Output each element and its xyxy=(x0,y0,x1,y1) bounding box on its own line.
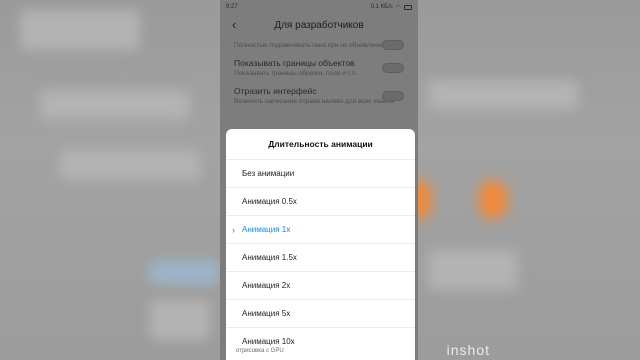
battery-icon xyxy=(404,4,412,10)
settings-list: Полностью подсвечивать окна при их обнов… xyxy=(220,36,418,110)
status-bar: 9:27 0,1 КБ/с ◠ xyxy=(220,0,418,14)
status-time: 9:27 xyxy=(226,4,238,10)
option-label: Анимация 2x xyxy=(242,281,291,290)
toggle-switch[interactable] xyxy=(382,40,404,50)
option-animation-5x[interactable]: Анимация 5x xyxy=(226,299,415,327)
toggle-switch[interactable] xyxy=(382,91,404,101)
option-label: Анимация 5x xyxy=(242,309,291,318)
blurred-background-right xyxy=(408,0,640,360)
option-animation-2x[interactable]: Анимация 2x xyxy=(226,271,415,299)
dialog-title: Длительность анимации xyxy=(268,139,373,149)
setting-row-surface-updates[interactable]: Полностью подсвечивать окна при их обнов… xyxy=(234,36,404,54)
option-label: Анимация 10x xyxy=(242,337,295,346)
option-label: Анимация 1x xyxy=(242,225,291,234)
bottom-hint-text: отрисовка с GPU xyxy=(236,348,284,354)
page-title: Для разработчиков xyxy=(274,19,364,31)
setting-description: Показывать границы обрезки, поля и т.п. xyxy=(234,70,357,77)
network-speed: 0,1 КБ/с xyxy=(370,4,393,10)
setting-title: Отразить интерфейс xyxy=(234,86,317,96)
setting-title: Показывать границы объектов xyxy=(234,58,355,68)
selected-chevron-icon: › xyxy=(232,224,235,235)
setting-description: Полностью подсвечивать окна при их обнов… xyxy=(234,42,386,49)
setting-description: Включить написание справа налево для все… xyxy=(234,98,395,105)
setting-row-layout-bounds[interactable]: Показывать границы объектов Показывать г… xyxy=(234,54,404,82)
wifi-icon: ◠ xyxy=(395,4,401,11)
option-no-animation[interactable]: Без анимации xyxy=(226,159,415,187)
animation-duration-dialog: Длительность анимации Без анимации Анима… xyxy=(226,129,415,360)
option-animation-0-5x[interactable]: Анимация 0.5x xyxy=(226,187,415,215)
back-arrow-icon[interactable]: ‹ xyxy=(232,17,236,32)
option-animation-1-5x[interactable]: Анимация 1.5x xyxy=(226,243,415,271)
option-label: Без анимации xyxy=(242,169,295,178)
option-animation-1x[interactable]: › Анимация 1x xyxy=(226,215,415,243)
setting-row-rtl-layout[interactable]: Отразить интерфейс Включить написание сп… xyxy=(234,82,404,110)
app-toolbar: ‹ Для разработчиков xyxy=(220,14,418,36)
option-label: Анимация 0.5x xyxy=(242,197,297,206)
watermark-logo: inshot xyxy=(446,342,490,358)
option-label: Анимация 1.5x xyxy=(242,253,297,262)
blurred-background-left xyxy=(0,0,220,360)
toggle-switch[interactable] xyxy=(382,63,404,73)
status-icons: 0,1 КБ/с ◠ xyxy=(371,4,412,11)
